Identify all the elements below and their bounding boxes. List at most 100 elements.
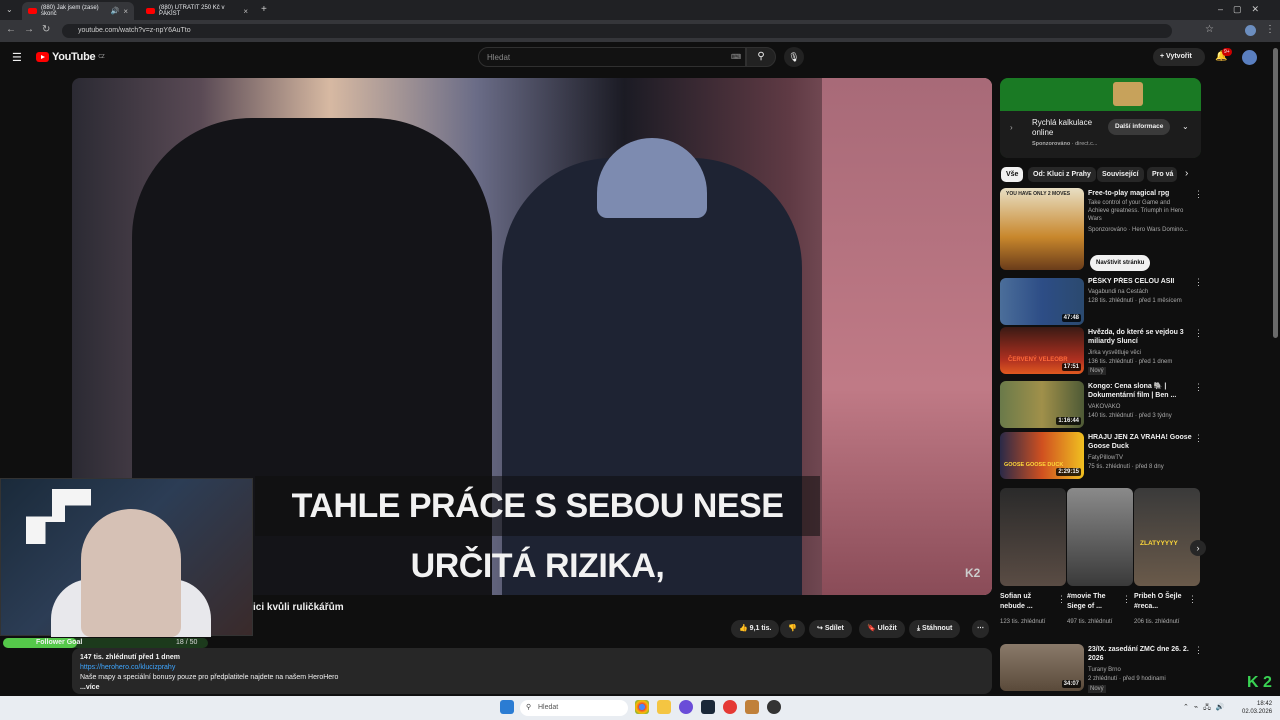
rec-menu-icon[interactable]: ⋮ bbox=[1194, 645, 1203, 656]
account-avatar[interactable] bbox=[1242, 50, 1257, 65]
notification-badge: 9+ bbox=[1222, 48, 1232, 56]
youtube-favicon-icon bbox=[146, 8, 155, 14]
rec-thumbnail[interactable]: ČERVENÝ VELEOBR 17:51 bbox=[1000, 327, 1084, 374]
video-description[interactable]: 147 tis. zhlédnutí před 1 dnem https://h… bbox=[72, 648, 992, 694]
short-title[interactable]: Sofian už nebude ... bbox=[1000, 592, 1055, 612]
chrome-icon[interactable] bbox=[635, 700, 649, 714]
url-bar[interactable]: youtube.com/watch?v=z-npY6AuTto bbox=[62, 24, 1172, 38]
app-icon[interactable] bbox=[767, 700, 781, 714]
new-badge: Nový bbox=[1088, 367, 1106, 375]
system-tray-icons[interactable]: ⌃⌁🖧🔊 bbox=[1183, 703, 1230, 714]
chip-from-channel[interactable]: Od: Kluci z Prahy bbox=[1028, 167, 1096, 182]
download-label: Stáhnout bbox=[922, 625, 953, 632]
youtube-logo[interactable]: YouTube CZ bbox=[36, 51, 105, 63]
ad-cta-button[interactable]: Další informace bbox=[1108, 119, 1171, 135]
rec-thumbnail[interactable]: 47:48 bbox=[1000, 278, 1084, 325]
ad-source: direct.c... bbox=[1075, 141, 1098, 147]
bookmark-star-icon[interactable]: ☆ bbox=[1205, 24, 1214, 35]
rec-title[interactable]: HRAJU JEN ZA VRAHA! Goose Goose Duck bbox=[1088, 433, 1192, 451]
start-button-icon[interactable] bbox=[500, 700, 514, 714]
forward-icon[interactable]: → bbox=[24, 24, 34, 35]
visit-site-button[interactable]: Navštívit stránku bbox=[1090, 255, 1151, 271]
ad-sponsored-label: Sponzorováno bbox=[1032, 141, 1071, 147]
taskbar-clock[interactable]: 18:42 02.03.2026 bbox=[1242, 700, 1272, 716]
short-title[interactable]: #movie The Siege of ... bbox=[1067, 592, 1122, 612]
rec-menu-icon[interactable]: ⋮ bbox=[1194, 382, 1203, 393]
tab-search-icon[interactable]: ⌄ bbox=[6, 5, 13, 14]
close-tab-icon[interactable]: × bbox=[243, 7, 248, 16]
description-line: Naše mapy a speciální bonusy pouze pro p… bbox=[80, 674, 339, 681]
tab-title: (880) Jak jsem (zase) skonč bbox=[41, 5, 99, 17]
page-scrollbar[interactable] bbox=[1273, 48, 1278, 338]
duration-badge: 2:29:15 bbox=[1056, 468, 1081, 476]
chip-all[interactable]: Vše bbox=[1001, 167, 1024, 182]
new-tab-button[interactable]: + bbox=[261, 4, 267, 15]
short-title[interactable]: Pribeh O Šejle #reca... bbox=[1134, 592, 1189, 612]
back-icon[interactable]: ← bbox=[6, 24, 16, 35]
sponsored-ad[interactable]: › Rychlá kalkulace online Sponzorováno ·… bbox=[1000, 78, 1201, 158]
rec-thumbnail[interactable]: 34:07 bbox=[1000, 644, 1084, 691]
tab-active[interactable]: (880) Jak jsem (zase) skonč 🔊 × bbox=[22, 2, 134, 20]
search-input[interactable]: Hledat bbox=[478, 47, 746, 67]
hamburger-menu-icon[interactable]: ☰ bbox=[12, 51, 22, 64]
rec-menu-icon[interactable]: ⋮ bbox=[1194, 277, 1203, 288]
short-thumbnail[interactable]: ZLATYYYYY bbox=[1134, 488, 1200, 586]
rec-title[interactable]: Free-to-play magical rpg bbox=[1088, 189, 1192, 198]
short-thumbnail[interactable] bbox=[1000, 488, 1066, 586]
like-button[interactable]: 👍 9,1 tis. bbox=[731, 620, 780, 638]
rec-menu-icon[interactable]: ⋮ bbox=[1194, 328, 1203, 339]
rec-thumbnail[interactable]: YOU HAVE ONLY 2 MOVES bbox=[1000, 188, 1084, 270]
rec-title[interactable]: Hvězda, do které se vejdou 3 miliardy Sl… bbox=[1088, 328, 1192, 346]
duration-badge: 47:48 bbox=[1061, 314, 1081, 322]
download-button[interactable]: ⤓ Stáhnout bbox=[909, 620, 961, 638]
rec-title[interactable]: Kongo: Cena slona 🐘 | Dokumentární film … bbox=[1088, 382, 1192, 400]
description-link[interactable]: https://herohero.co/klucizprahy bbox=[80, 663, 984, 673]
dislike-button[interactable]: 👎 bbox=[780, 620, 805, 638]
short-menu-icon[interactable]: ⋮ bbox=[1122, 594, 1131, 605]
rec-thumbnail[interactable]: GOOSE GOOSE DUCK 2:29:15 bbox=[1000, 432, 1084, 479]
search-button[interactable]: ⚲ bbox=[746, 47, 776, 67]
speaker-icon: 🔊 bbox=[110, 8, 120, 15]
rec-menu-icon[interactable]: ⋮ bbox=[1194, 189, 1203, 200]
duration-badge: 1:16:44 bbox=[1056, 417, 1081, 425]
window-controls[interactable]: –▢✕ bbox=[1218, 4, 1269, 15]
steam-icon[interactable] bbox=[701, 700, 715, 714]
short-thumbnail[interactable] bbox=[1067, 488, 1133, 586]
rec-menu-icon[interactable]: ⋮ bbox=[1194, 433, 1203, 444]
close-tab-icon[interactable]: × bbox=[123, 7, 128, 16]
short-menu-icon[interactable]: ⋮ bbox=[1188, 594, 1197, 605]
short-menu-icon[interactable]: ⋮ bbox=[1057, 594, 1066, 605]
tab-inactive[interactable]: (880) UTRATIT 250 Kč v PÁKIST × bbox=[140, 2, 254, 20]
microphone-icon[interactable]: 🎙 bbox=[784, 47, 804, 67]
rec-title[interactable]: PĚŠKY PŘES CELOU ASII bbox=[1088, 277, 1192, 286]
logo-text: YouTube bbox=[52, 51, 96, 63]
ad-expand-chevron-icon[interactable]: ⌄ bbox=[1182, 122, 1189, 131]
tab-title: (880) UTRATIT 250 Kč v PÁKIST bbox=[159, 5, 225, 17]
rec-thumbnail[interactable]: 1:16:44 bbox=[1000, 381, 1084, 428]
file-explorer-icon[interactable] bbox=[657, 700, 671, 714]
app-icon[interactable] bbox=[745, 700, 759, 714]
share-button[interactable]: ↪ Sdílet bbox=[809, 620, 852, 638]
chips-next-chevron-icon[interactable]: › bbox=[1185, 168, 1188, 179]
save-button[interactable]: 🔖 Uložit bbox=[859, 620, 905, 638]
k2-brand-logo: K 2 bbox=[1247, 674, 1272, 692]
app-icon[interactable] bbox=[679, 700, 693, 714]
rec-channel: FatyPillowTV bbox=[1088, 455, 1124, 461]
keyboard-icon[interactable]: ⌨ bbox=[731, 53, 741, 61]
beanie bbox=[597, 138, 707, 218]
shorts-next-chevron-icon[interactable]: › bbox=[1190, 540, 1206, 556]
rec-stats: 140 tis. zhlédnutí · před 3 týdny bbox=[1088, 413, 1172, 419]
chip-related[interactable]: Související bbox=[1097, 167, 1144, 182]
app-icon[interactable] bbox=[723, 700, 737, 714]
show-more-link[interactable]: ...více bbox=[80, 683, 984, 693]
create-button[interactable]: + Vytvořit bbox=[1153, 48, 1205, 66]
profile-avatar[interactable] bbox=[1245, 25, 1256, 36]
rec-channel: Vagabundi na Cestách bbox=[1088, 289, 1149, 295]
reload-icon[interactable]: ↻ bbox=[42, 24, 50, 35]
menu-dots-icon[interactable]: ⋮ bbox=[1265, 24, 1275, 35]
rec-title[interactable]: 23/IX. zasedání ZMČ dne 26. 2. 2026 bbox=[1088, 645, 1192, 663]
taskbar-search[interactable]: Hledat bbox=[520, 700, 628, 716]
chip-for-you[interactable]: Pro vá bbox=[1147, 167, 1177, 182]
streamer-face bbox=[81, 509, 181, 637]
more-actions-button[interactable]: ⋯ bbox=[972, 620, 989, 638]
